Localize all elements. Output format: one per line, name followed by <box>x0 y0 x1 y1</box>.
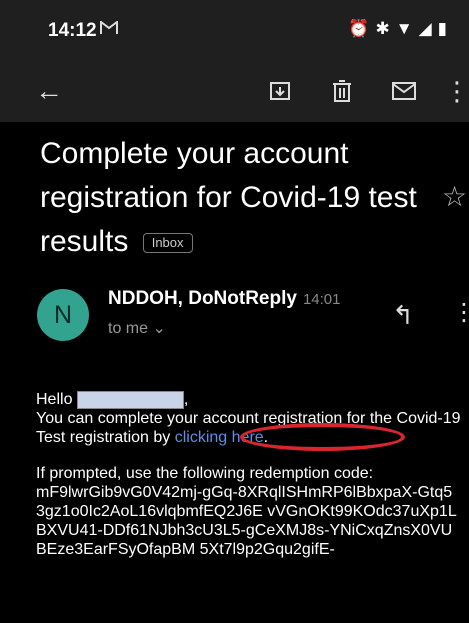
toolbar: ← ⋮ <box>0 60 469 122</box>
status-icons: ⏰✱▼◢▮ <box>348 19 453 38</box>
redemption-code: mF9lwrGib9vG0V42mj-gGq-8XRqlISHmRP6lBbxp… <box>36 484 457 558</box>
more-options-icon[interactable]: ⋮ <box>444 60 469 122</box>
reply-icon[interactable]: ↰ <box>392 300 414 331</box>
sender-name: NDDOH, DoNotReply 14:01 <box>108 288 341 310</box>
avatar[interactable]: N <box>37 289 89 341</box>
redacted-name <box>76 390 184 409</box>
star-icon[interactable]: ☆ <box>442 180 467 213</box>
status-time: 14:12 <box>48 20 97 41</box>
message-more-icon[interactable]: ⋮ <box>452 298 469 327</box>
recipient-details[interactable]: to me ⌄ <box>108 318 166 338</box>
inbox-label[interactable]: Inbox <box>142 233 193 254</box>
status-bar: 14:12 ⏰✱▼◢▮ <box>0 0 469 60</box>
delete-icon[interactable] <box>324 60 360 122</box>
redemption-instructions: If prompted, use the following redemptio… <box>36 465 374 482</box>
subject-text: Complete your account registration for C… <box>40 137 417 258</box>
archive-icon[interactable] <box>262 60 298 122</box>
gmail-notification-icon <box>100 20 118 40</box>
mark-unread-icon[interactable] <box>386 60 422 122</box>
recipient-text: to me <box>108 320 149 337</box>
email-body: Hello , You can complete your account re… <box>36 390 461 558</box>
email-time: 14:01 <box>302 291 341 308</box>
registration-link[interactable]: clicking here <box>175 429 264 446</box>
sender-name-text: NDDOH, DoNotReply <box>108 288 297 309</box>
back-arrow-icon[interactable]: ← <box>25 60 73 122</box>
greeting: Hello <box>36 391 73 408</box>
email-subject: Complete your account registration for C… <box>40 132 440 264</box>
